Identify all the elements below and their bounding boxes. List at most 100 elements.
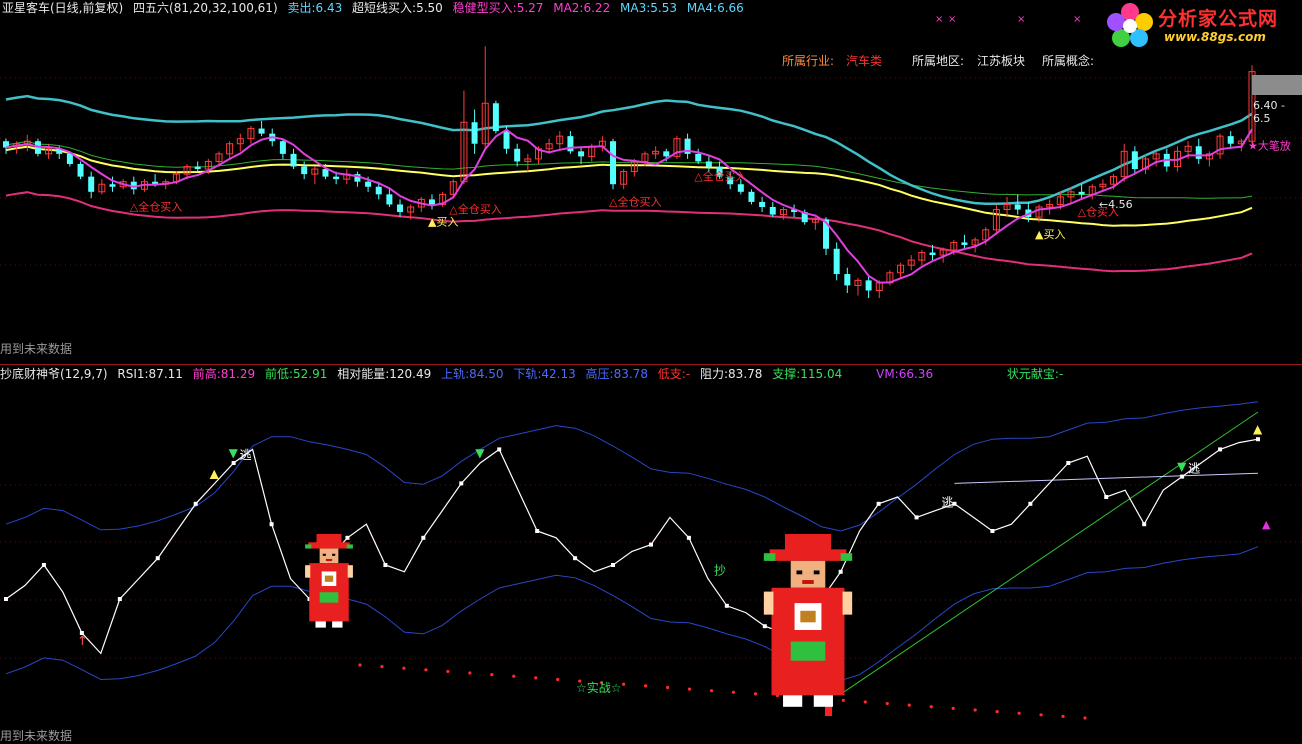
rsi-point: [269, 522, 274, 527]
prev-low-label: 前低:: [264, 367, 294, 381]
region-value: 江苏板块: [977, 54, 1026, 68]
hat-wing-right: [346, 544, 353, 549]
candle-body-down: [77, 163, 84, 177]
candle-body-down: [492, 103, 499, 132]
price-marker-label: 6.40 - 6.5: [1253, 99, 1285, 125]
price-annotation: ←4.56: [1099, 198, 1133, 211]
ma4-value: 6.66: [717, 1, 744, 15]
candle-body-down: [1227, 136, 1234, 144]
lower-band-line-rsi: [5, 546, 1259, 682]
boot-right: [813, 695, 833, 707]
candle-body-down: [759, 201, 766, 207]
site-logo[interactable]: 分析家公式网 www.88gs.com: [1100, 0, 1302, 52]
candle-body-down: [333, 176, 340, 180]
prev-high-value: 81.29: [220, 367, 256, 381]
candle-body-down: [514, 148, 521, 162]
candle-body-down: [663, 151, 670, 157]
indicator-annotation: 抄: [714, 564, 726, 578]
candle-body-down: [375, 186, 382, 195]
candle-body-down: [322, 169, 329, 177]
price-annotation: △全仓买入: [449, 202, 501, 216]
rsi-point: [1218, 447, 1223, 452]
prev-low-value: 52.91: [293, 367, 328, 381]
candle-body-down: [279, 141, 286, 154]
candle-body-down: [66, 153, 73, 164]
indicator-header: 抄底财神爷(12,9,7) RSI1:87.11 前高:81.29 前低:52.…: [0, 367, 1069, 381]
rsi-point: [686, 535, 691, 540]
support-dot: [644, 684, 648, 688]
mouth: [802, 580, 814, 584]
support-dot: [534, 676, 538, 680]
hat-wing-right: [840, 553, 853, 561]
rsi-point: [4, 597, 8, 601]
ingot: [790, 641, 826, 661]
rsi-label: RSI1:: [117, 367, 149, 381]
candle-body-down: [290, 153, 297, 167]
support-dot: [556, 677, 560, 682]
support-dot: [753, 692, 758, 696]
stock-chart-screen: △全仓买入 ▲买入 △全仓买入 △全仓买入 △全仓买入 ▲买入 △仓买入 ←4.56 ★大笔放 ×…: [0, 0, 1302, 743]
signal-arrow: ▼: [229, 446, 239, 460]
hand-left: [763, 591, 774, 615]
stock-title: 亚星客车(日线,前复权): [2, 1, 124, 15]
steady-buy-value: 5.27: [516, 1, 544, 15]
candle-body-down: [737, 184, 744, 192]
candle-body-down: [961, 242, 968, 245]
rsi-point: [1028, 501, 1033, 506]
support-dot: [1017, 711, 1021, 715]
price-marker-box: [1252, 75, 1302, 95]
rsi-point: [724, 603, 729, 608]
ingot: [319, 592, 339, 603]
rsi-point: [762, 624, 767, 629]
price-annotation: ★大笔放: [1248, 139, 1291, 153]
hat-wing-left: [763, 553, 776, 561]
support-dot: [402, 666, 406, 670]
rsi-point: [345, 535, 350, 540]
upper-band-label: 上轨:: [441, 367, 470, 381]
support-value: 115.04: [800, 367, 843, 381]
coin-symbol: [324, 575, 334, 582]
support-dot: [731, 690, 736, 694]
rsi-point: [231, 461, 236, 465]
candle-body-down: [695, 153, 702, 162]
resist-label: 阻力:: [700, 367, 729, 381]
support-dot: [709, 689, 714, 693]
signal-arrow: ▲: [1253, 422, 1263, 436]
candle-body-down: [109, 184, 116, 187]
candle-body-down: [1014, 204, 1021, 210]
steady-buy-label: 稳健型买入:: [452, 1, 517, 15]
signal-arrow: ▼: [1177, 460, 1187, 474]
signal-mark: ×: [948, 14, 956, 25]
top-scholar-value: -: [1058, 367, 1064, 381]
rsi-line: [5, 438, 1259, 655]
high-press-label: 高压:: [585, 367, 614, 381]
price-annotation: △全仓买入: [694, 169, 746, 183]
rsi-point: [1104, 495, 1109, 499]
candle-body-down: [769, 206, 776, 215]
rel-energy-value: 120.49: [389, 367, 432, 381]
ma2-value: 6.22: [583, 1, 611, 15]
fortune-god-figure-large: [763, 534, 853, 707]
candle-body-down: [929, 252, 936, 256]
support-dot: [468, 671, 472, 675]
rsi-point: [193, 501, 198, 506]
hand-left: [305, 565, 311, 578]
price-annotation: △全仓买入: [130, 199, 182, 213]
buy-arrow: ↑: [77, 634, 88, 649]
ultra-short-value: 5.50: [416, 1, 443, 15]
rsi-point: [1066, 461, 1071, 465]
high-press-value: 83.78: [613, 367, 648, 381]
support-dot: [622, 682, 626, 686]
rsi-point: [117, 597, 122, 601]
signal-arrow: ▲: [210, 466, 220, 480]
support-dot: [929, 705, 933, 709]
mouth: [325, 558, 333, 562]
price-annotation: ▲买入: [1035, 228, 1065, 241]
price-annotation: ▲买入: [428, 216, 458, 229]
resistance-line: [954, 472, 1259, 484]
support-label: 支撑:: [772, 367, 801, 381]
eye-left: [796, 570, 803, 575]
rsi-point: [535, 529, 540, 533]
industry-label: 所属行业:: [782, 54, 835, 68]
support-dot: [1083, 716, 1087, 720]
